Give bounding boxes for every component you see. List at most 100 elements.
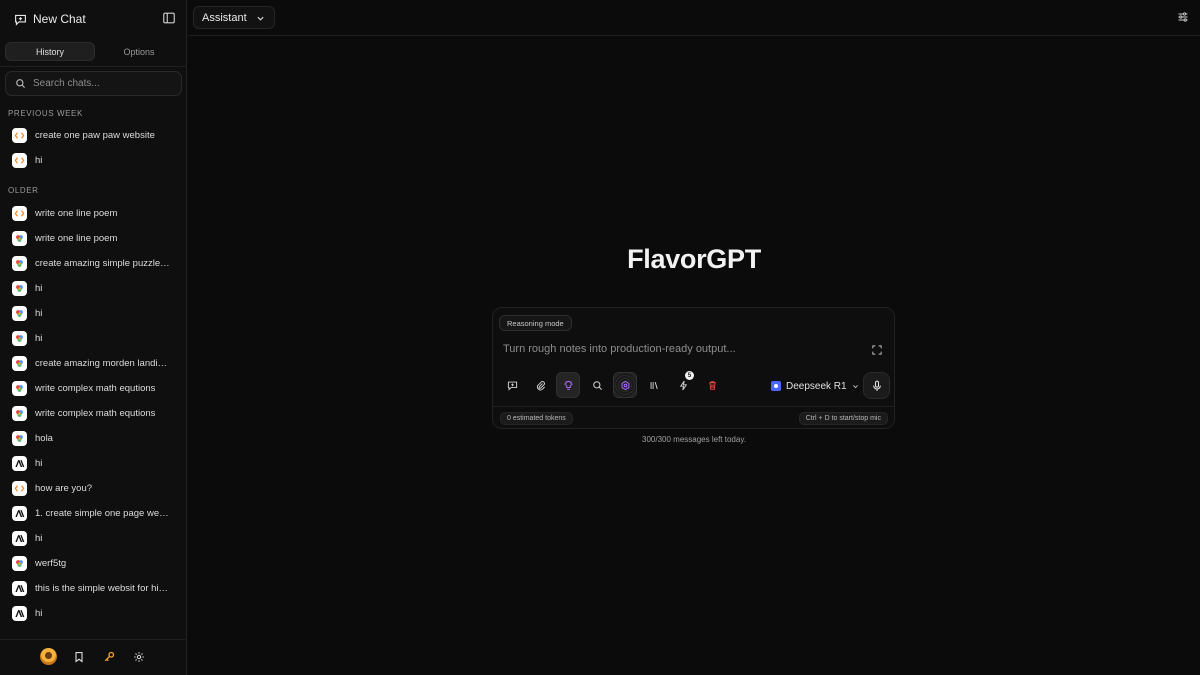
model-select[interactable]: Deepseek R1 [771,379,859,393]
knowledge-base-button[interactable] [642,372,666,398]
chat-history-item[interactable]: hi [8,602,178,624]
anthropic-icon [12,580,27,596]
expand-icon[interactable] [872,345,882,355]
assistant-select-label: Assistant [202,11,247,24]
chat-history-item[interactable]: write complex math equtions [8,402,178,424]
sidebar-tabs: History Options [5,42,183,61]
settings-icon[interactable] [133,651,145,663]
brand-title: FlavorGPT [627,244,761,274]
chevron-down-icon [852,384,858,388]
anthropic-icon [12,455,27,471]
chat-history-title: create amazing morden landing ... [35,357,170,369]
gemini-icon [12,305,27,321]
code-bracket-icon [12,152,27,168]
token-estimate: 0 estimated tokens [500,412,573,425]
attach-button[interactable] [528,372,552,398]
tools-icon [621,380,629,390]
microphone-icon [872,380,881,391]
chat-history-title: this is the simple websit for hiki... [35,582,170,594]
chat-history-item[interactable]: hola [8,427,178,449]
web-search-button[interactable] [585,372,609,398]
search-input[interactable] [33,78,173,89]
code-bracket-icon [12,127,27,143]
clear-button[interactable] [700,372,724,398]
sidebar: New Chat History Options create one paw … [0,0,187,675]
key-icon[interactable] [103,651,115,663]
gemini-icon [12,355,27,371]
avatar[interactable] [40,648,57,665]
chat-history-title: hi [35,607,43,619]
anthropic-icon [12,605,27,621]
sidebar-toggle-icon[interactable] [162,11,176,25]
chat-history-title: hola [35,432,53,444]
code-bracket-icon [12,480,27,496]
bookmark-icon[interactable] [73,651,85,663]
search-icon [16,79,26,89]
composer: Reasoning mode 5 Deepseek R1 0 estimated… [492,307,895,429]
gemini-icon [12,555,27,571]
quick-actions-button[interactable]: 5 [671,371,695,398]
chat-history-item[interactable]: write one line poem [8,227,178,249]
chat-history-title: create amazing simple puzzle g... [35,257,170,269]
chat-history-title: hi [35,532,43,544]
reasoning-mode-chip[interactable]: Reasoning mode [499,315,572,331]
quick-actions-badge: 5 [685,371,694,380]
new-chat-button[interactable]: New Chat [14,10,86,28]
sliders-icon[interactable] [1177,11,1189,23]
sidebar-header: New Chat [0,0,187,36]
prompt-input[interactable] [503,341,863,357]
chat-history-item[interactable]: create one paw paw website [8,124,178,146]
new-chat-label: New Chat [33,12,86,26]
gemini-icon [12,230,27,246]
chat-history-item[interactable]: hi [8,452,178,474]
chat-history-item[interactable]: how are you? [8,477,178,499]
reasoning-toggle[interactable] [556,372,580,398]
chat-history-title: hi [35,457,43,469]
messages-left-text: 300/300 messages left today. [642,435,746,444]
chat-history-item[interactable]: hi [8,302,178,324]
lightbulb-icon [563,380,573,390]
gemini-icon [12,430,27,446]
chat-history-item[interactable]: hi [8,277,178,299]
new-chat-icon [15,14,26,26]
sidebar-footer [0,640,187,675]
tab-history[interactable]: History [5,42,95,61]
library-icon [650,381,658,389]
code-bracket-icon [12,205,27,221]
chat-history-item[interactable]: write one line poem [8,202,178,224]
chat-history-title: write complex math equtions [35,407,156,419]
mcp-tools-button[interactable] [613,372,637,398]
section-label: PREVIOUS WEEK [8,109,83,118]
chat-history-item[interactable]: create amazing morden landing ... [8,352,178,374]
chat-history-item[interactable]: hi [8,149,178,171]
assistant-select[interactable]: Assistant [193,6,275,29]
chat-history-title: create one paw paw website [35,129,155,141]
chat-history-item[interactable]: this is the simple websit for hiki... [8,577,178,599]
chat-history-item[interactable]: create amazing simple puzzle g... [8,252,178,274]
chat-history-item[interactable]: werf5tg [8,552,178,574]
mic-shortcut-hint: Ctrl + D to start/stop mic [798,412,888,425]
model-name: Deepseek R1 [786,380,847,392]
lightning-icon [679,380,687,390]
gemini-icon [12,255,27,271]
top-bar: Assistant [188,0,1200,36]
chevron-down-icon [257,16,264,21]
chat-history-title: hi [35,307,43,319]
search-icon [592,380,602,390]
chat-history-title: how are you? [35,482,93,494]
divider [493,406,894,407]
chat-history-item[interactable]: write complex math equtions [8,377,178,399]
trash-icon [708,380,716,390]
prompt-library-button[interactable] [500,372,524,398]
chat-history-title: hi [35,154,43,166]
deepseek-icon [771,381,781,391]
chat-history-item[interactable]: hi [8,327,178,349]
divider [0,66,187,67]
tab-options[interactable]: Options [95,42,183,61]
chat-history-item[interactable]: 1. create simple one page websi... [8,502,178,524]
anthropic-icon [12,505,27,521]
gemini-icon [12,405,27,421]
chat-history-item[interactable]: hi [8,527,178,549]
gemini-icon [12,330,27,346]
mic-button[interactable] [863,372,890,399]
